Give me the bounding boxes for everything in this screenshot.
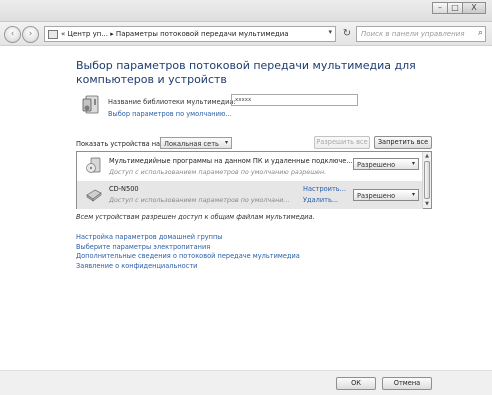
block-all-button[interactable]: Запретить все: [374, 136, 432, 149]
device-description: Доступ с использованием параметров по ум…: [109, 196, 290, 204]
maximize-button[interactable]: □: [447, 2, 463, 14]
remove-link[interactable]: Удалить...: [303, 196, 338, 204]
control-panel-icon: [48, 29, 58, 39]
default-settings-link[interactable]: Выбор параметров по умолчанию...: [108, 110, 232, 118]
homegroup-settings-link[interactable]: Настройка параметров домашней группы: [76, 233, 300, 243]
address-dropdown-icon[interactable]: ▾: [328, 28, 332, 36]
breadcrumb: « Центр уп... ▸ Параметры потоковой пере…: [61, 30, 289, 38]
navigation-bar: ‹ › « Центр уп... ▸ Параметры потоковой …: [0, 22, 492, 46]
ok-button[interactable]: ОК: [336, 377, 376, 390]
chevron-down-icon: ▾: [411, 191, 415, 198]
refresh-icon[interactable]: ↻: [340, 26, 354, 42]
device-access-value: Разрешено: [357, 161, 396, 169]
dialog-footer: ОК Отмена: [0, 370, 492, 395]
show-devices-value: Локальная сеть: [164, 140, 219, 148]
access-note: Всем устройствам разрешен доступ к общим…: [76, 213, 315, 221]
chevron-down-icon: ▾: [411, 160, 415, 167]
address-bar[interactable]: « Центр уп... ▸ Параметры потоковой пере…: [44, 26, 336, 42]
page-title: Выбор параметров потоковой передачи муль…: [76, 59, 416, 86]
list-item[interactable]: Мультимедийные программы на данном ПК и …: [77, 153, 423, 181]
list-item[interactable]: CD-N500 Доступ с использованием параметр…: [77, 181, 423, 209]
device-name: Мультимедийные программы на данном ПК и …: [109, 157, 353, 165]
allow-all-button[interactable]: Разрешить все: [314, 136, 370, 149]
close-button[interactable]: X: [462, 2, 486, 14]
device-list: Мультимедийные программы на данном ПК и …: [76, 151, 432, 209]
related-links: Настройка параметров домашней группы Выб…: [76, 233, 300, 271]
title-bar: – □ X: [0, 0, 492, 22]
media-library-icon: [82, 95, 99, 114]
media-program-icon: [86, 157, 101, 173]
device-access-value: Разрешено: [357, 192, 396, 200]
customize-link[interactable]: Настроить...: [303, 185, 346, 193]
scroll-down-icon[interactable]: ▼: [423, 200, 431, 208]
device-name: CD-N500: [109, 185, 139, 193]
power-options-link[interactable]: Выберите параметры электропитания: [76, 243, 300, 253]
scroll-up-icon[interactable]: ▲: [423, 152, 431, 160]
library-name-input[interactable]: xxxxx: [231, 94, 358, 106]
window-controls: – □ X: [432, 2, 486, 14]
device-access-dropdown[interactable]: Разрешено ▾: [353, 158, 419, 170]
show-devices-dropdown[interactable]: Локальная сеть ▾: [160, 137, 232, 149]
minimize-button[interactable]: –: [432, 2, 448, 14]
chevron-down-icon: ▾: [224, 139, 228, 146]
forward-button[interactable]: ›: [22, 26, 39, 43]
search-input[interactable]: Поиск в панели управления ⌕: [356, 26, 486, 42]
search-icon[interactable]: ⌕: [478, 28, 483, 38]
privacy-statement-link[interactable]: Заявление о конфиденциальности: [76, 262, 300, 272]
library-name-label: Название библиотеки мультимедиа:: [108, 98, 236, 106]
device-access-dropdown[interactable]: Разрешено ▾: [353, 189, 419, 201]
device-list-scrollbar[interactable]: ▲ ▼: [422, 152, 431, 208]
scrollbar-thumb[interactable]: [424, 161, 430, 199]
cancel-button[interactable]: Отмена: [382, 377, 432, 390]
show-devices-label: Показать устройства на:: [76, 140, 163, 148]
main-content: Выбор параметров потоковой передачи муль…: [0, 47, 492, 370]
search-placeholder: Поиск в панели управления: [361, 30, 465, 38]
back-button[interactable]: ‹: [4, 26, 21, 43]
streaming-info-link[interactable]: Дополнительные сведения о потоковой пере…: [76, 252, 300, 262]
device-description: Доступ с использованием параметров по ум…: [109, 168, 327, 176]
device-icon: [86, 189, 102, 202]
